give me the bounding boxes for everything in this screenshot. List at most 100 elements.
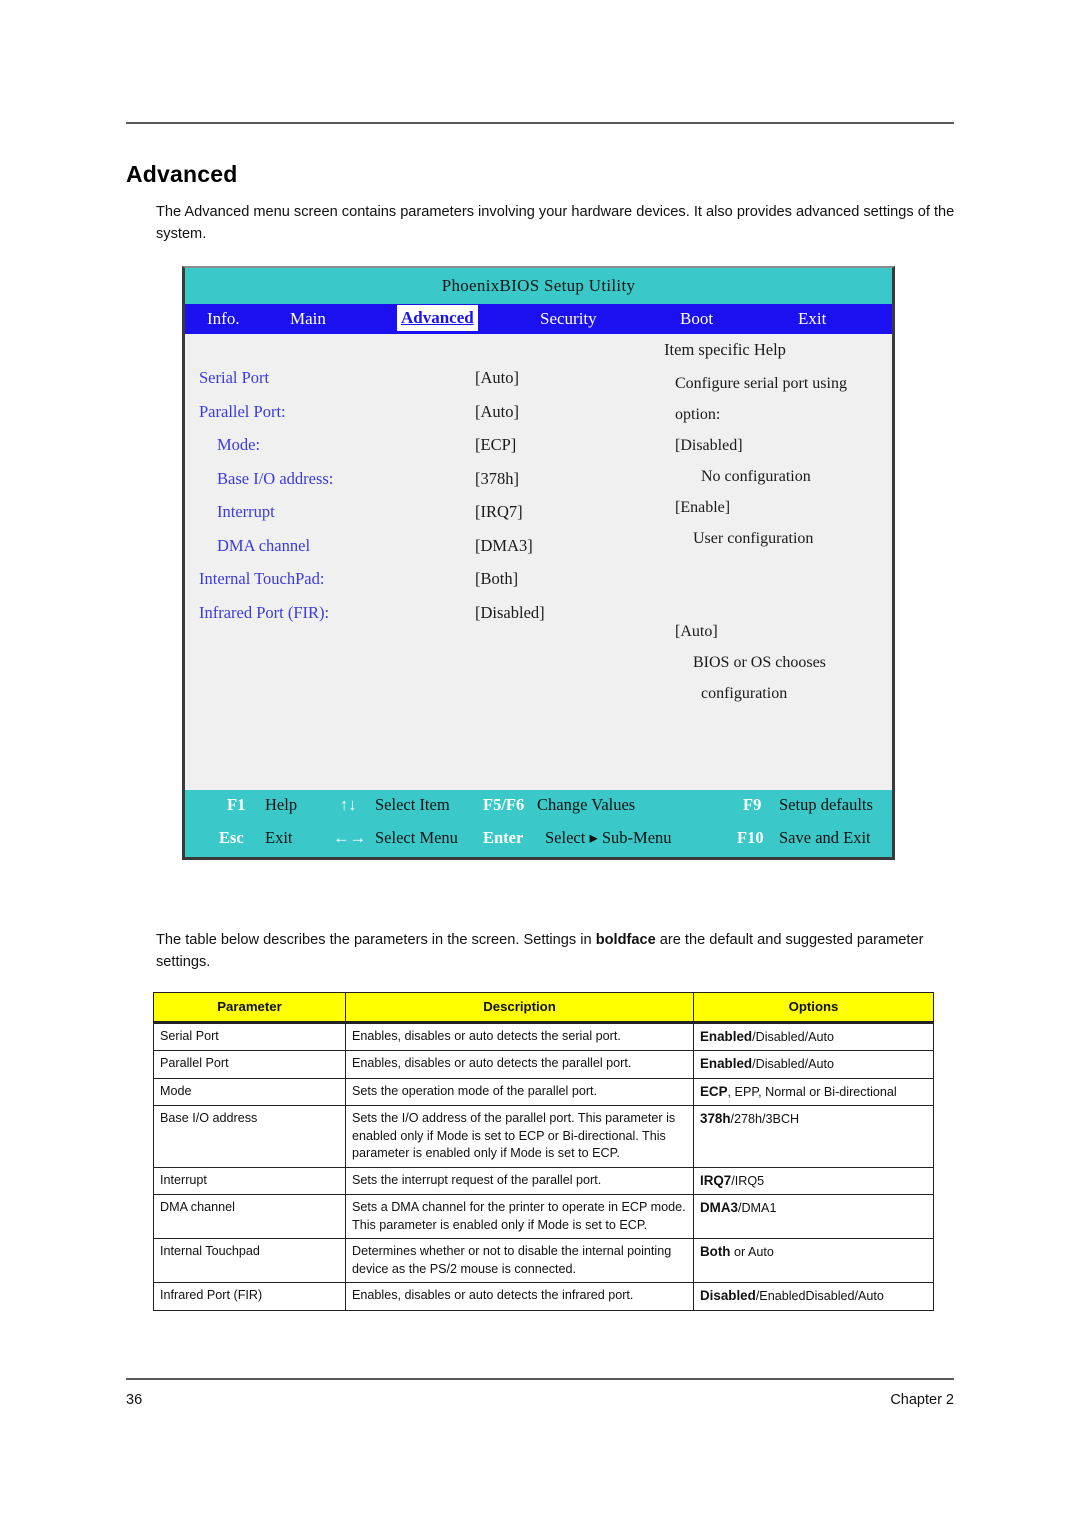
setting-value-interrupt[interactable]: [IRQ7] xyxy=(475,502,523,522)
table-row: Mode Sets the operation mode of the para… xyxy=(153,1077,934,1106)
cell-description: Determines whether or not to disable the… xyxy=(345,1238,694,1283)
bios-setting-row[interactable]: Mode: [ECP] xyxy=(185,435,625,469)
cell-parameter: Mode xyxy=(153,1077,346,1106)
cell-description: Enables, disables or auto detects the pa… xyxy=(345,1050,694,1079)
page-number: 36 xyxy=(126,1392,143,1408)
table-row: Infrared Port (FIR) Enables, disables or… xyxy=(153,1282,934,1311)
intro-paragraph: The Advanced menu screen contains parame… xyxy=(156,203,955,242)
setting-label-base-io-address: Base I/O address: xyxy=(217,468,334,488)
option-rest: /IRQ5 xyxy=(731,1173,765,1188)
table-header-row: Parameter Description Options xyxy=(153,992,934,1024)
bios-setting-row[interactable]: Base I/O address: [378h] xyxy=(185,469,625,503)
bios-setting-row[interactable]: Infrared Port (FIR): [Disabled] xyxy=(185,603,625,637)
item-specific-help-panel: Configure serial port using option: [Dis… xyxy=(675,368,890,709)
bios-setting-row[interactable]: Parallel Port: [Auto] xyxy=(185,402,625,436)
table-row: Base I/O address Sets the I/O address of… xyxy=(153,1105,934,1168)
bios-key-legend-row-2: Esc Exit ←→ Select Menu Enter Select ▸ S… xyxy=(185,823,892,856)
page-title: Advanced xyxy=(126,161,238,188)
bios-tab-main[interactable]: Main xyxy=(290,306,326,332)
bios-tab-info[interactable]: Info. xyxy=(207,306,240,332)
header-rule xyxy=(126,122,954,124)
help-line: option: xyxy=(675,406,721,423)
chapter-label: Chapter 2 xyxy=(890,1392,954,1408)
setting-value-mode[interactable]: [ECP] xyxy=(475,435,516,455)
help-line: [Enable] xyxy=(675,499,731,516)
key-f10[interactable]: F10 xyxy=(737,828,764,848)
option-rest: /EnabledDisabled/Auto xyxy=(755,1289,884,1303)
cell-options: DMA3/DMA1 xyxy=(693,1194,934,1239)
column-header-parameter: Parameter xyxy=(153,992,346,1024)
bios-setting-row[interactable]: DMA channel [DMA3] xyxy=(185,536,625,570)
bios-tab-advanced[interactable]: Advanced xyxy=(397,305,478,331)
bios-key-legend-row-1: F1 Help ↑↓ Select Item F5/F6 Change Valu… xyxy=(185,790,892,823)
option-rest: , EPP, Normal or Bi-directional xyxy=(727,1084,897,1099)
key-f1-label: Help xyxy=(265,795,298,814)
cell-description: Enables, disables or auto detects the in… xyxy=(345,1282,694,1311)
key-f9[interactable]: F9 xyxy=(743,795,761,815)
cell-options: ECP, EPP, Normal or Bi-directional xyxy=(693,1077,934,1106)
table-row: DMA channel Sets a DMA channel for the p… xyxy=(153,1194,934,1239)
setting-value-internal-touchpad[interactable]: [Both] xyxy=(475,569,518,589)
setting-value-parallel-port[interactable]: [Auto] xyxy=(475,402,519,422)
bios-title-text: PhoenixBIOS Setup Utility xyxy=(441,276,636,295)
footer-rule xyxy=(126,1378,954,1380)
key-f9-label: Setup defaults xyxy=(779,795,873,814)
option-default: 378h xyxy=(700,1111,731,1126)
option-default: Enabled xyxy=(700,1028,753,1044)
table-row: Serial Port Enables, disables or auto de… xyxy=(153,1021,934,1051)
table-intro-bold: boldface xyxy=(595,931,656,948)
bios-tab-security[interactable]: Security xyxy=(540,306,597,332)
bios-setting-row[interactable]: Serial Port [Auto] xyxy=(185,368,625,402)
option-default: IRQ7 xyxy=(700,1172,732,1188)
cell-parameter: Internal Touchpad xyxy=(153,1238,346,1283)
key-esc-label: Exit xyxy=(265,828,293,847)
help-line: BIOS or OS chooses xyxy=(693,654,826,671)
key-esc[interactable]: Esc xyxy=(219,828,244,848)
help-line: configuration xyxy=(701,685,788,702)
key-f1[interactable]: F1 xyxy=(227,795,245,815)
table-row: Internal Touchpad Determines whether or … xyxy=(153,1238,934,1283)
option-default: ECP xyxy=(700,1083,728,1099)
cell-parameter: DMA channel xyxy=(153,1194,346,1239)
key-f5-f6-label: Change Values xyxy=(537,795,636,814)
setting-label-mode: Mode: xyxy=(217,435,261,454)
parameters-table: Parameter Description Options Serial Por… xyxy=(153,992,934,1311)
bios-key-legend: F1 Help ↑↓ Select Item F5/F6 Change Valu… xyxy=(185,790,892,857)
table-row: Parallel Port Enables, disables or auto … xyxy=(153,1050,934,1079)
key-f5-f6[interactable]: F5/F6 xyxy=(483,795,524,815)
option-rest: or Auto xyxy=(730,1245,774,1259)
setting-value-dma-channel[interactable]: [DMA3] xyxy=(475,536,533,556)
bios-body: Item specific Help Serial Port [Auto] Pa… xyxy=(185,334,892,788)
key-enter[interactable]: Enter xyxy=(483,828,523,848)
cell-options: Enabled/Disabled/Auto xyxy=(693,1021,934,1051)
key-updown[interactable]: ↑↓ xyxy=(340,795,357,815)
key-f10-label: Save and Exit xyxy=(779,828,871,847)
option-rest: /Disabled/Auto xyxy=(752,1057,835,1071)
help-line: [Auto] xyxy=(675,623,718,640)
document-page: Advanced The Advanced menu screen contai… xyxy=(0,0,1080,1528)
bios-tab-boot[interactable]: Boot xyxy=(680,306,713,332)
help-line: No configuration xyxy=(701,468,811,485)
cell-options: 378h/278h/3BCH xyxy=(693,1105,934,1168)
item-specific-help-title: Item specific Help xyxy=(664,340,786,359)
cell-options: Both or Auto xyxy=(693,1238,934,1283)
bios-title-bar: PhoenixBIOS Setup Utility xyxy=(185,268,892,304)
setting-label-infrared-port: Infrared Port (FIR): xyxy=(199,602,330,622)
column-header-description: Description xyxy=(345,992,694,1024)
bios-setting-row[interactable]: Internal TouchPad: [Both] xyxy=(185,569,625,603)
table-intro-before: The table below describes the parameters… xyxy=(156,931,596,948)
cell-parameter: Serial Port xyxy=(153,1021,346,1051)
setting-value-serial-port[interactable]: [Auto] xyxy=(475,368,519,388)
cell-description: Sets a DMA channel for the printer to op… xyxy=(345,1194,694,1239)
cell-parameter: Interrupt xyxy=(153,1166,346,1195)
setting-value-infrared-port[interactable]: [Disabled] xyxy=(475,603,545,623)
bios-setting-row[interactable]: Interrupt [IRQ7] xyxy=(185,502,625,536)
cell-description: Sets the I/O address of the parallel por… xyxy=(345,1105,694,1168)
table-row: Interrupt Sets the interrupt request of … xyxy=(153,1166,934,1195)
setting-value-base-io-address[interactable]: [378h] xyxy=(475,469,519,489)
cell-options: IRQ7/IRQ5 xyxy=(693,1166,934,1195)
help-line: User configuration xyxy=(693,530,814,547)
key-leftright[interactable]: ←→ xyxy=(333,828,366,848)
bios-tab-exit[interactable]: Exit xyxy=(798,306,826,332)
setting-label-parallel-port: Parallel Port: xyxy=(199,401,286,421)
